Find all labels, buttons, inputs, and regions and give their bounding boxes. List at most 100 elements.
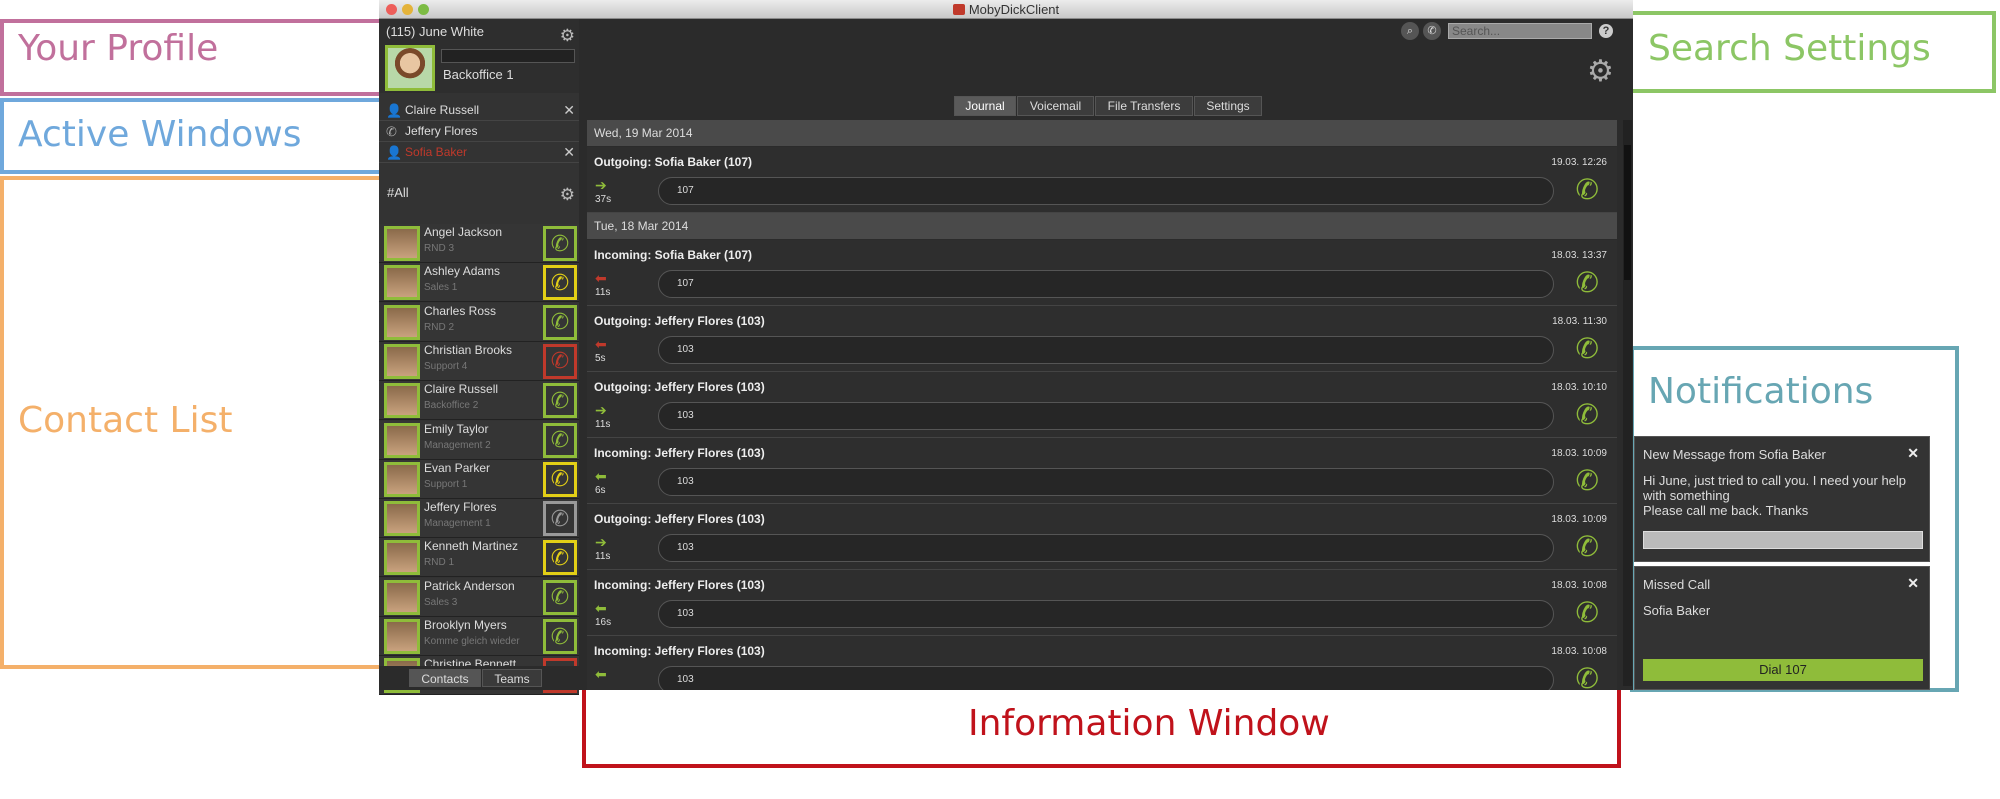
journal-entry[interactable]: Outgoing: Jeffery Flores (103) 18.03. 11:… bbox=[587, 306, 1617, 372]
journal-entry[interactable]: Outgoing: Jeffery Flores (103) 18.03. 10:… bbox=[587, 372, 1617, 438]
tab-journal[interactable]: Journal bbox=[954, 96, 1016, 116]
profile-status-field[interactable] bbox=[441, 49, 575, 63]
contact-department: Support 4 bbox=[424, 360, 468, 372]
call-direction-icon: ➔ bbox=[595, 177, 607, 193]
call-button[interactable]: ✆ bbox=[543, 422, 577, 458]
journal-day-header: Wed, 19 Mar 2014 bbox=[587, 120, 1617, 146]
call-duration: 5s bbox=[595, 353, 606, 364]
contact-row[interactable]: Charles Ross RND 2 ✆ bbox=[379, 302, 579, 342]
call-button[interactable]: ✆ bbox=[543, 619, 577, 654]
call-button[interactable]: ✆ bbox=[543, 579, 577, 615]
journal-entry-title: Incoming: Sofia Baker (107) bbox=[594, 248, 753, 262]
contact-department: Management 1 bbox=[424, 518, 491, 530]
journal-scrollbar-thumb[interactable] bbox=[1624, 145, 1631, 280]
contact-row[interactable]: Angel Jackson RND 3 ✆ bbox=[379, 224, 579, 263]
contact-avatar bbox=[384, 579, 420, 615]
close-icon[interactable]: ✕ bbox=[1907, 575, 1919, 592]
profile-avatar[interactable] bbox=[385, 45, 435, 91]
search-input[interactable]: Search... bbox=[1448, 23, 1592, 39]
call-back-icon[interactable]: ✆ bbox=[1576, 662, 1599, 690]
call-back-icon[interactable]: ✆ bbox=[1576, 596, 1599, 629]
search-icon[interactable]: ⌕ bbox=[1401, 22, 1419, 40]
contact-department: Management 2 bbox=[424, 439, 491, 451]
journal-entry-detail[interactable]: 103 bbox=[658, 534, 1554, 562]
journal-entry-detail[interactable]: 103 bbox=[658, 666, 1554, 690]
profile-panel: (115) June White ⚙ Backoffice 1 bbox=[379, 19, 579, 93]
contact-row[interactable]: Kenneth Martinez RND 1 ✆ bbox=[379, 538, 579, 578]
tab-file-transfers[interactable]: File Transfers bbox=[1095, 96, 1193, 116]
contact-row[interactable]: Christian Brooks Support 4 ✆ bbox=[379, 341, 579, 381]
active-window-item[interactable]: 👤 Sofia Baker ✕ bbox=[379, 141, 579, 163]
call-back-icon[interactable]: ✆ bbox=[1576, 173, 1599, 206]
journal-entry-time: 18.03. 13:37 bbox=[1551, 250, 1607, 261]
journal-entry[interactable]: Outgoing: Jeffery Flores (103) 18.03. 10:… bbox=[587, 504, 1617, 570]
reply-input[interactable] bbox=[1643, 531, 1923, 549]
call-duration: 11s bbox=[595, 419, 611, 430]
journal-entry[interactable]: Incoming: Jeffery Flores (103) 18.03. 10:… bbox=[587, 636, 1617, 690]
help-icon[interactable]: ? bbox=[1599, 24, 1613, 38]
tab-contacts[interactable]: Contacts bbox=[409, 669, 481, 687]
call-button[interactable]: ✆ bbox=[543, 265, 577, 301]
journal-entry-detail[interactable]: 103 bbox=[658, 600, 1554, 628]
call-button[interactable]: ✆ bbox=[543, 540, 577, 576]
profile-gear-icon[interactable]: ⚙ bbox=[560, 26, 575, 46]
contacts-gear-icon[interactable]: ⚙ bbox=[560, 183, 575, 207]
contact-row[interactable]: Emily Taylor Management 2 ✆ bbox=[379, 420, 579, 460]
call-back-icon[interactable]: ✆ bbox=[1576, 530, 1599, 563]
call-duration: 11s bbox=[595, 551, 611, 562]
settings-gear-icon[interactable]: ⚙ bbox=[1587, 54, 1614, 89]
contact-department: Sales 1 bbox=[424, 282, 458, 294]
close-icon[interactable]: ✕ bbox=[1907, 445, 1919, 462]
contact-row[interactable]: Patrick Anderson Sales 3 ✆ bbox=[379, 577, 579, 617]
dial-button[interactable]: Dial 107 bbox=[1643, 659, 1923, 681]
journal-entry-detail[interactable]: 103 bbox=[658, 468, 1554, 496]
journal-entry-detail[interactable]: 107 bbox=[658, 270, 1554, 298]
call-direction-icon: ➔ bbox=[595, 534, 607, 550]
journal-entry[interactable]: Incoming: Sofia Baker (107) 18.03. 13:37 ⬅… bbox=[587, 240, 1617, 306]
journal-entry[interactable]: Incoming: Jeffery Flores (103) 18.03. 10:… bbox=[587, 438, 1617, 504]
contact-department: Support 1 bbox=[424, 478, 468, 490]
active-window-item[interactable]: 👤 Claire Russell ✕ bbox=[379, 99, 579, 121]
call-back-icon[interactable]: ✆ bbox=[1576, 266, 1599, 299]
tab-teams[interactable]: Teams bbox=[482, 669, 542, 687]
contact-row[interactable]: Brooklyn Myers Komme gleich wieder ✆ bbox=[379, 617, 579, 656]
left-pane: (115) June White ⚙ Backoffice 1 👤 Claire … bbox=[379, 19, 579, 696]
call-back-icon[interactable]: ✆ bbox=[1576, 332, 1599, 365]
journal-entry-number: 103 bbox=[677, 608, 694, 619]
call-button[interactable]: ✆ bbox=[543, 343, 577, 379]
contacts-filter-label: #All bbox=[387, 185, 409, 200]
call-button[interactable]: ✆ bbox=[543, 501, 577, 537]
journal-entry-detail[interactable]: 107 bbox=[658, 177, 1554, 205]
contact-row[interactable]: Evan Parker Support 1 ✆ bbox=[379, 459, 579, 499]
journal-entry-detail[interactable]: 103 bbox=[658, 402, 1554, 430]
call-direction-icon: ➔ bbox=[595, 402, 607, 418]
call-duration: 6s bbox=[595, 485, 606, 496]
call-button[interactable]: ✆ bbox=[543, 383, 577, 419]
tab-voicemail[interactable]: Voicemail bbox=[1017, 96, 1094, 116]
contact-row[interactable]: Claire Russell Backoffice 2 ✆ bbox=[379, 381, 579, 421]
contact-avatar bbox=[384, 619, 420, 654]
journal-entry-title: Outgoing: Jeffery Flores (103) bbox=[594, 314, 765, 328]
call-button[interactable]: ✆ bbox=[543, 226, 577, 261]
journal-entry-title: Incoming: Jeffery Flores (103) bbox=[594, 446, 765, 460]
active-window-item[interactable]: ✆ Jeffery Flores bbox=[379, 120, 579, 142]
call-button[interactable]: ✆ bbox=[543, 304, 577, 340]
tab-settings[interactable]: Settings bbox=[1194, 96, 1262, 116]
call-direction-icon: ⬅ bbox=[595, 468, 607, 484]
call-back-icon[interactable]: ✆ bbox=[1576, 464, 1599, 497]
phone-search-icon[interactable]: ✆ bbox=[1423, 22, 1441, 40]
journal-entry-number: 103 bbox=[677, 674, 694, 685]
contact-department: RND 1 bbox=[424, 557, 455, 569]
close-icon[interactable]: ✕ bbox=[563, 99, 575, 121]
call-button[interactable]: ✆ bbox=[543, 461, 577, 497]
contact-row[interactable]: Jeffery Flores Management 1 ✆ bbox=[379, 499, 579, 539]
journal-entry[interactable]: Incoming: Jeffery Flores (103) 18.03. 10:… bbox=[587, 570, 1617, 636]
journal-entry-detail[interactable]: 103 bbox=[658, 336, 1554, 364]
close-icon[interactable]: ✕ bbox=[563, 141, 575, 163]
contact-avatar bbox=[384, 265, 420, 301]
contact-name: Kenneth Martinez bbox=[424, 539, 519, 554]
journal-entry[interactable]: Outgoing: Sofia Baker (107) 19.03. 12:26 ➔… bbox=[587, 147, 1617, 213]
call-duration: 11s bbox=[595, 287, 611, 298]
contact-row[interactable]: Ashley Adams Sales 1 ✆ bbox=[379, 263, 579, 303]
call-back-icon[interactable]: ✆ bbox=[1576, 398, 1599, 431]
